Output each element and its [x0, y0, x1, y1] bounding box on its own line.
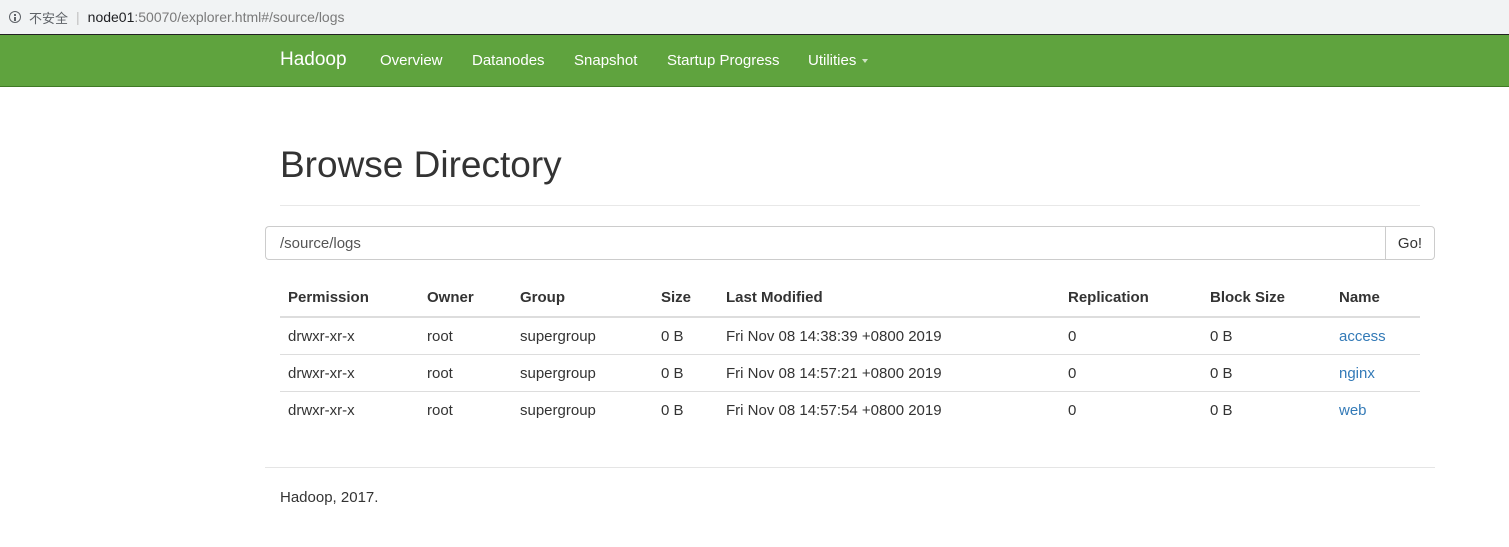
header-last-modified[interactable]: Last Modified: [718, 279, 1060, 318]
brand-link[interactable]: Hadoop: [280, 49, 347, 71]
cell-name: nginx: [1331, 354, 1420, 392]
address-separator: |: [76, 9, 80, 25]
cell-size: 0 B: [653, 354, 718, 392]
caret-down-icon: [862, 59, 869, 64]
cell-group: supergroup: [512, 317, 653, 355]
title-divider: [280, 205, 1420, 206]
header-name[interactable]: Name: [1331, 279, 1420, 318]
table-header-row: Permission Owner Group Size Last Modifie…: [280, 279, 1420, 318]
browser-address-bar[interactable]: 不安全 | node01:50070/explorer.html#/source…: [0, 0, 1509, 35]
nav-snapshot[interactable]: Snapshot: [574, 52, 637, 69]
header-size[interactable]: Size: [653, 279, 718, 318]
table-row: drwxr-xr-x root supergroup 0 B Fri Nov 0…: [280, 392, 1420, 429]
cell-permission: drwxr-xr-x: [280, 354, 419, 392]
header-group[interactable]: Group: [512, 279, 653, 318]
directory-link-access[interactable]: access: [1339, 328, 1386, 345]
url-path[interactable]: :50070/explorer.html#/source/logs: [134, 9, 344, 25]
cell-size: 0 B: [653, 317, 718, 355]
table-row: drwxr-xr-x root supergroup 0 B Fri Nov 0…: [280, 354, 1420, 392]
cell-owner: root: [419, 317, 512, 355]
cell-last-modified: Fri Nov 08 14:57:54 +0800 2019: [726, 401, 942, 419]
cell-block-size: 0 B: [1210, 401, 1233, 419]
footer-divider: [265, 467, 1435, 468]
cell-last-modified: Fri Nov 08 14:38:39 +0800 2019: [718, 317, 1060, 355]
cell-replication: 0: [1060, 317, 1202, 355]
directory-link-web[interactable]: web: [1339, 402, 1367, 419]
directory-path-input[interactable]: [265, 226, 1385, 260]
cell-name: web: [1331, 392, 1420, 429]
cell-owner: root: [419, 354, 512, 392]
nav-overview[interactable]: Overview: [380, 52, 443, 69]
nav-utilities-dropdown[interactable]: Utilities: [808, 52, 869, 69]
cell-replication: 0: [1068, 401, 1077, 419]
cell-block-size: 0 B: [1202, 317, 1331, 355]
cell-last-modified: Fri Nov 08 14:57:21 +0800 2019: [718, 354, 1060, 392]
directory-link-nginx[interactable]: nginx: [1339, 365, 1375, 382]
header-owner[interactable]: Owner: [419, 279, 512, 318]
directory-table: Permission Owner Group Size Last Modifie…: [280, 279, 1420, 428]
header-replication[interactable]: Replication: [1060, 279, 1202, 318]
nav-datanodes[interactable]: Datanodes: [472, 52, 545, 69]
cell-group: supergroup: [520, 401, 596, 419]
header-block-size[interactable]: Block Size: [1202, 279, 1331, 318]
cell-block-size: 0 B: [1202, 354, 1331, 392]
cell-owner: root: [427, 401, 453, 419]
footer-text: Hadoop, 2017.: [280, 489, 379, 506]
page-title: Browse Directory: [280, 144, 562, 185]
cell-name: access: [1331, 317, 1420, 355]
cell-size: 0 B: [661, 401, 684, 419]
insecure-label[interactable]: 不安全: [29, 8, 68, 27]
navbar: Hadoop Overview Datanodes Snapshot Start…: [0, 35, 1509, 87]
go-button[interactable]: Go!: [1385, 226, 1435, 260]
cell-group: supergroup: [512, 354, 653, 392]
cell-replication: 0: [1060, 354, 1202, 392]
nav-utilities-label: Utilities: [808, 52, 857, 69]
table-row: drwxr-xr-x root supergroup 0 B Fri Nov 0…: [280, 317, 1420, 355]
url-host[interactable]: node01: [88, 9, 135, 25]
cell-permission: drwxr-xr-x: [288, 401, 355, 419]
nav-startup-progress[interactable]: Startup Progress: [667, 52, 780, 69]
header-permission[interactable]: Permission: [280, 279, 419, 318]
info-icon[interactable]: [9, 11, 21, 23]
cell-permission: drwxr-xr-x: [280, 317, 419, 355]
